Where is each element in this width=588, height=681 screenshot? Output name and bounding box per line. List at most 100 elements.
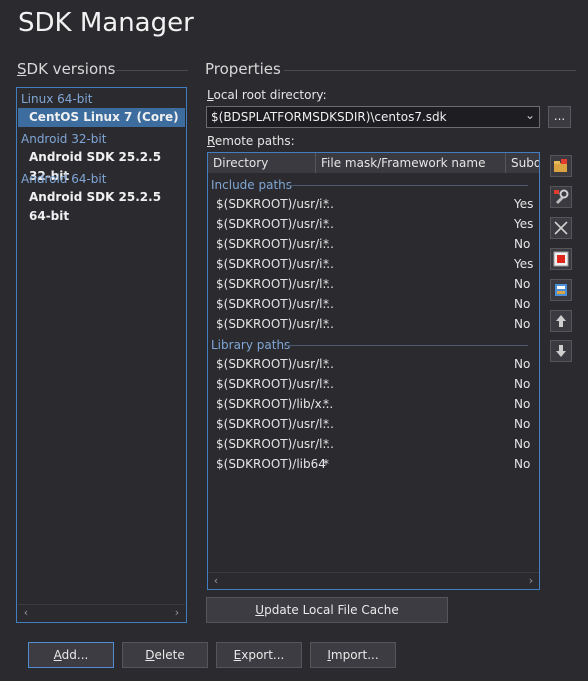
sdk-item-android32[interactable]: Android SDK 25.2.5 32-bit — [18, 148, 185, 183]
file-mask-cell: * — [323, 357, 329, 371]
delete-path-button[interactable] — [550, 217, 572, 239]
table-row[interactable]: $(SDKROOT)/usr/l... * No — [208, 314, 539, 334]
subdirs-cell: No — [514, 277, 531, 291]
file-mask-cell: * — [323, 257, 329, 271]
library-group-divider — [284, 345, 528, 346]
file-mask-cell: * — [323, 377, 329, 391]
column-header-file-mask[interactable]: File mask/Framework name — [316, 153, 506, 173]
add-framework-button[interactable] — [550, 186, 572, 208]
add-button[interactable]: Add... — [28, 642, 114, 668]
table-row[interactable]: $(SDKROOT)/usr/i... * Yes — [208, 194, 539, 214]
chevron-down-icon[interactable]: ⌄ — [525, 108, 535, 122]
subdirs-cell: No — [514, 437, 531, 451]
subdirs-cell: No — [514, 417, 531, 431]
file-mask-cell: * — [323, 417, 329, 431]
table-row[interactable]: $(SDKROOT)/usr/l... * No — [208, 434, 539, 454]
directory-cell: $(SDKROOT)/usr/i... — [216, 217, 334, 231]
file-mask-cell: * — [323, 397, 329, 411]
include-group-divider — [288, 185, 528, 186]
table-row[interactable]: $(SDKROOT)/usr/l... * No — [208, 274, 539, 294]
table-row[interactable]: $(SDKROOT)/usr/l... * No — [208, 414, 539, 434]
remote-paths-table[interactable]: Directory File mask/Framework name Subdi… — [207, 152, 540, 590]
local-root-label: Local root directory: — [207, 88, 327, 102]
window-title: SDK Manager — [18, 8, 194, 38]
column-header-subdirs[interactable]: Subdi — [506, 153, 539, 173]
table-row[interactable]: $(SDKROOT)/usr/i... * Yes — [208, 254, 539, 274]
directory-cell: $(SDKROOT)/usr/i... — [216, 237, 334, 251]
file-mask-cell: * — [323, 277, 329, 291]
delete-button[interactable]: Delete — [122, 642, 208, 668]
sdk-versions-heading: SDK versions — [17, 60, 116, 78]
table-row[interactable]: $(SDKROOT)/usr/i... * No — [208, 234, 539, 254]
scroll-right-icon[interactable]: › — [169, 606, 185, 620]
subdirs-cell: No — [514, 397, 531, 411]
local-root-value: $(BDSPLATFORMSDKSDIR)\centos7.sdk — [211, 110, 447, 124]
file-mask-cell: * — [323, 297, 329, 311]
table-row[interactable]: $(SDKROOT)/usr/l... * No — [208, 294, 539, 314]
edit-icon — [555, 284, 567, 296]
move-down-button[interactable] — [550, 340, 572, 362]
add-path-icon — [554, 159, 567, 172]
subdirs-cell: No — [514, 317, 531, 331]
properties-divider — [284, 70, 576, 71]
sdk-group-android32: Android 32-bit — [21, 132, 107, 146]
stop-button[interactable] — [550, 248, 572, 270]
include-paths-group: Include paths — [211, 178, 293, 192]
sdk-versions-list[interactable]: Linux 64-bit CentOS Linux 7 (Core) Andro… — [16, 87, 187, 623]
table-row[interactable]: $(SDKROOT)/lib64 * No — [208, 454, 539, 474]
file-mask-cell: * — [323, 457, 329, 471]
directory-cell: $(SDKROOT)/usr/l... — [216, 377, 334, 391]
add-framework-icon — [554, 189, 569, 204]
browse-button[interactable]: ... — [548, 106, 571, 128]
add-path-button[interactable] — [550, 155, 572, 177]
move-down-icon — [556, 345, 566, 357]
properties-heading: Properties — [205, 60, 281, 78]
sdk-group-linux64: Linux 64-bit — [21, 92, 93, 106]
remote-paths-label: Remote paths: — [207, 134, 295, 148]
move-up-button[interactable] — [550, 310, 572, 332]
update-local-file-cache-button[interactable]: Update Local File Cache — [206, 597, 448, 623]
subdirs-cell: No — [514, 237, 531, 251]
column-header-directory[interactable]: Directory — [208, 153, 316, 173]
file-mask-cell: * — [323, 197, 329, 211]
edit-path-button[interactable] — [550, 279, 572, 301]
file-mask-cell: * — [323, 237, 329, 251]
subdirs-cell: No — [514, 377, 531, 391]
import-button[interactable]: Import... — [310, 642, 396, 668]
subdirs-cell: Yes — [514, 197, 534, 211]
sdk-group-android64: Android 64-bit — [21, 172, 107, 186]
sdk-item-android64[interactable]: Android SDK 25.2.5 64-bit — [18, 188, 185, 223]
subdirs-cell: Yes — [514, 257, 534, 271]
subdirs-cell: Yes — [514, 217, 534, 231]
directory-cell: $(SDKROOT)/lib/x... — [216, 397, 334, 411]
directory-cell: $(SDKROOT)/lib64 — [216, 457, 326, 471]
directory-cell: $(SDKROOT)/usr/l... — [216, 417, 334, 431]
scroll-left-icon[interactable]: ‹ — [18, 606, 34, 620]
directory-cell: $(SDKROOT)/usr/l... — [216, 437, 334, 451]
sdk-item-centos[interactable]: CentOS Linux 7 (Core) — [18, 108, 185, 127]
file-mask-cell: * — [323, 317, 329, 331]
subdirs-cell: No — [514, 357, 531, 371]
sdk-list-hscrollbar[interactable]: ‹ › — [18, 604, 185, 621]
stop-icon — [553, 251, 569, 267]
table-row[interactable]: $(SDKROOT)/usr/l... * No — [208, 374, 539, 394]
table-row[interactable]: $(SDKROOT)/usr/l... * No — [208, 354, 539, 374]
subdirs-cell: No — [514, 297, 531, 311]
delete-icon — [554, 221, 568, 235]
scroll-left-icon[interactable]: ‹ — [208, 574, 224, 588]
directory-cell: $(SDKROOT)/usr/l... — [216, 317, 334, 331]
move-up-icon — [556, 315, 566, 327]
library-paths-group: Library paths — [211, 338, 291, 352]
directory-cell: $(SDKROOT)/usr/l... — [216, 277, 334, 291]
sdk-versions-divider — [116, 70, 188, 71]
file-mask-cell: * — [323, 217, 329, 231]
scroll-right-icon[interactable]: › — [523, 574, 539, 588]
directory-cell: $(SDKROOT)/usr/i... — [216, 197, 334, 211]
directory-cell: $(SDKROOT)/usr/l... — [216, 357, 334, 371]
local-root-combobox[interactable]: $(BDSPLATFORMSDKSDIR)\centos7.sdk ⌄ — [206, 106, 540, 128]
remote-paths-hscrollbar[interactable]: ‹ › — [208, 572, 539, 589]
directory-cell: $(SDKROOT)/usr/i... — [216, 257, 334, 271]
table-row[interactable]: $(SDKROOT)/usr/i... * Yes — [208, 214, 539, 234]
export-button[interactable]: Export... — [216, 642, 302, 668]
table-row[interactable]: $(SDKROOT)/lib/x... * No — [208, 394, 539, 414]
